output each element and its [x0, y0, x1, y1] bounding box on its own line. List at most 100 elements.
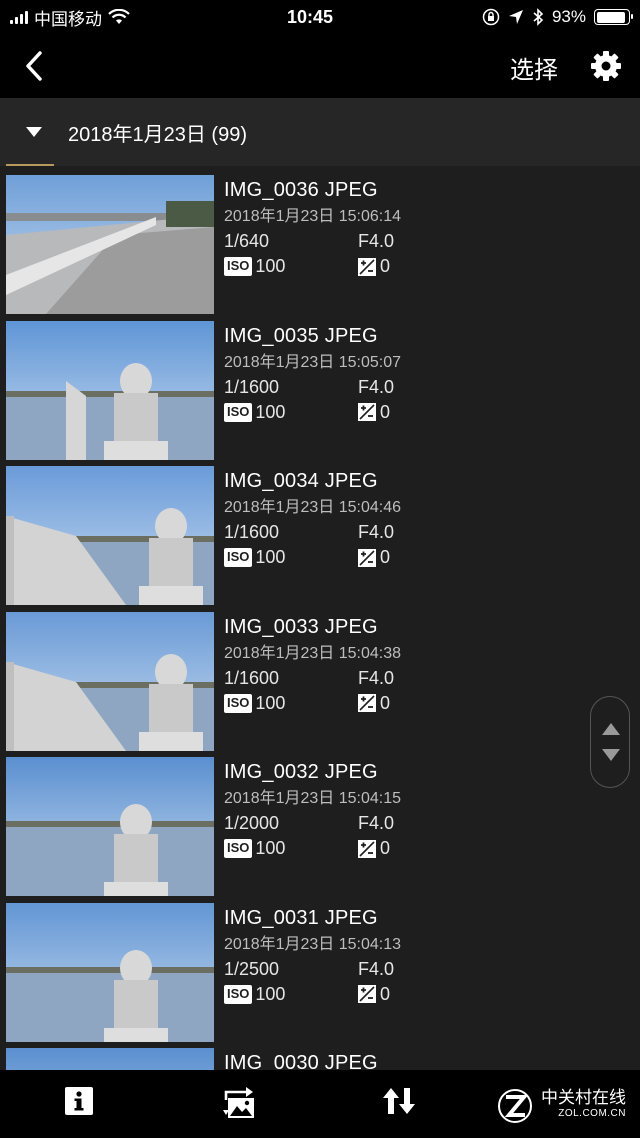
ev-value: 0 [380, 256, 391, 276]
scroll-up-icon[interactable] [602, 723, 620, 735]
capture-datetime: 2018年1月23日 15:04:13 [224, 935, 402, 953]
photo-row[interactable]: IMG_0036 JPEG 2018年1月23日 15:06:14 1/640 F4.… [0, 172, 640, 317]
photo-info: IMG_0035 JPEG 2018年1月23日 15:05:07 1/1600 F4… [224, 321, 604, 425]
battery-fill [596, 11, 626, 23]
iso-icon: ISO [224, 984, 253, 1004]
photo-row[interactable]: IMG_0031 JPEG 2018年1月23日 15:04:13 1/2500 F4… [0, 900, 640, 1045]
orientation-lock-icon [482, 8, 500, 26]
file-name: IMG_0034 JPEG [224, 470, 378, 492]
sort-button[interactable] [382, 1086, 416, 1120]
iso-ev-line: ISO 100 0 [224, 400, 604, 425]
iso-icon: ISO [224, 693, 253, 713]
photo-thumbnail[interactable] [6, 175, 214, 314]
file-name: IMG_0035 JPEG [224, 324, 378, 347]
photo-row[interactable]: IMG_0033 JPEG 2018年1月23日 15:04:38 1/1600 F4… [0, 609, 640, 754]
watermark-cn: 中关村在线 [541, 1088, 626, 1107]
photo-row[interactable]: IMG_0030 JPEG [0, 1045, 640, 1070]
bluetooth-icon [533, 8, 544, 26]
capture-datetime: 2018年1月23日 15:04:38 [224, 644, 402, 662]
aperture: F4.0 [358, 667, 395, 688]
photo-list[interactable]: IMG_0036 JPEG 2018年1月23日 15:06:14 1/640 F4.… [0, 172, 640, 1070]
sort-icon [383, 1088, 415, 1114]
iso-ev-line: ISO 100 0 [224, 691, 604, 716]
iso-value: 100 [255, 983, 286, 1004]
ev-value: 0 [380, 547, 391, 567]
aperture: F4.0 [358, 231, 395, 251]
iso-ev-line: ISO 100 0 [224, 254, 604, 279]
zol-logo-icon [498, 1089, 532, 1123]
aperture: F4.0 [358, 813, 395, 833]
date-group-header[interactable]: 2018年1月23日 (99) [0, 98, 640, 166]
file-name: IMG_0030 JPEG [224, 1052, 378, 1070]
exposure-line: 1/1600 F4.0 [224, 520, 604, 545]
exposure-line: 1/1600 F4.0 [224, 666, 604, 691]
photo-row[interactable]: IMG_0034 JPEG 2018年1月23日 15:04:46 1/1600 F4… [0, 463, 640, 608]
file-name: IMG_0031 JPEG [224, 906, 378, 929]
ev-value: 0 [380, 838, 391, 858]
battery-icon [594, 9, 633, 25]
aperture: F4.0 [358, 376, 395, 397]
status-time: 10:45 [286, 6, 334, 27]
exposure-compensation-icon [358, 839, 376, 858]
transfer-button[interactable] [222, 1086, 256, 1120]
info-button[interactable] [64, 1086, 98, 1120]
photo-thumbnail[interactable] [6, 320, 214, 460]
header-underline [6, 164, 54, 166]
photo-thumbnail[interactable] [6, 611, 214, 751]
capture-datetime: 2018年1月23日 15:04:15 [224, 790, 402, 807]
exposure-line: 1/2500 F4.0 [224, 957, 604, 982]
nav-bar: 选择 [0, 34, 640, 98]
capture-datetime: 2018年1月23日 15:05:07 [224, 353, 402, 371]
status-bar: 中国移动 10:45 93% [0, 0, 640, 34]
ev-value: 0 [380, 983, 391, 1004]
location-icon [508, 10, 523, 24]
iso-ev-line: ISO 100 0 [224, 982, 604, 1007]
watermark-url: ZOL.COM.CN [558, 1108, 626, 1119]
scroll-down-icon[interactable] [602, 749, 620, 761]
exposure-line: 1/1600 F4.0 [224, 375, 604, 400]
select-button[interactable]: 选择 [510, 50, 558, 85]
shutter-speed: 1/640 [224, 231, 270, 251]
date-group-title: 2018年1月23日 (99) [68, 123, 247, 146]
collapse-caret-icon[interactable] [26, 127, 42, 137]
carrier-name: 中国移动 [34, 9, 102, 29]
iso-value: 100 [255, 692, 286, 713]
file-name: IMG_0033 JPEG [224, 615, 378, 638]
settings-button[interactable] [590, 50, 622, 82]
wifi-icon [108, 9, 130, 24]
photo-info: IMG_0036 JPEG 2018年1月23日 15:06:14 1/640 F4.… [224, 175, 604, 279]
iso-icon: ISO [224, 839, 253, 858]
shutter-speed: 1/2000 [224, 813, 280, 833]
back-button[interactable] [20, 48, 50, 84]
exposure-compensation-icon [358, 985, 376, 1003]
file-name: IMG_0036 JPEG [224, 179, 378, 201]
photo-row[interactable]: IMG_0032 JPEG 2018年1月23日 15:04:15 1/2000 F4… [0, 754, 640, 899]
iso-value: 100 [255, 547, 286, 567]
iso-icon: ISO [224, 257, 253, 276]
info-icon [65, 1087, 93, 1115]
shutter-speed: 1/1600 [224, 376, 280, 397]
photo-thumbnail[interactable] [6, 1048, 214, 1070]
capture-datetime: 2018年1月23日 15:04:46 [224, 499, 402, 516]
status-left: 中国移动 [10, 5, 230, 30]
photo-thumbnail[interactable] [6, 466, 214, 605]
iso-value: 100 [255, 838, 286, 858]
exposure-compensation-icon [358, 403, 376, 421]
iso-icon: ISO [224, 402, 253, 422]
photo-info: IMG_0033 JPEG 2018年1月23日 15:04:38 1/1600 F4… [224, 612, 604, 716]
photo-thumbnail[interactable] [6, 902, 214, 1042]
photo-row[interactable]: IMG_0035 JPEG 2018年1月23日 15:05:07 1/1600 F4… [0, 318, 640, 463]
ev-value: 0 [380, 401, 391, 422]
battery-percent: 93% [551, 7, 586, 26]
aperture: F4.0 [358, 522, 395, 542]
scroll-handle[interactable] [590, 696, 630, 788]
status-right: 93% [410, 7, 633, 27]
photo-thumbnail[interactable] [6, 757, 214, 896]
photo-info: IMG_0031 JPEG 2018年1月23日 15:04:13 1/2500 F4… [224, 903, 604, 1007]
iso-value: 100 [255, 401, 286, 422]
watermark: 中关村在线 ZOL.COM.CN [498, 1088, 626, 1123]
iso-ev-line: ISO 100 0 [224, 836, 604, 861]
iso-icon: ISO [224, 548, 253, 567]
exposure-line: 1/640 F4.0 [224, 229, 604, 254]
capture-datetime: 2018年1月23日 15:06:14 [224, 208, 402, 225]
